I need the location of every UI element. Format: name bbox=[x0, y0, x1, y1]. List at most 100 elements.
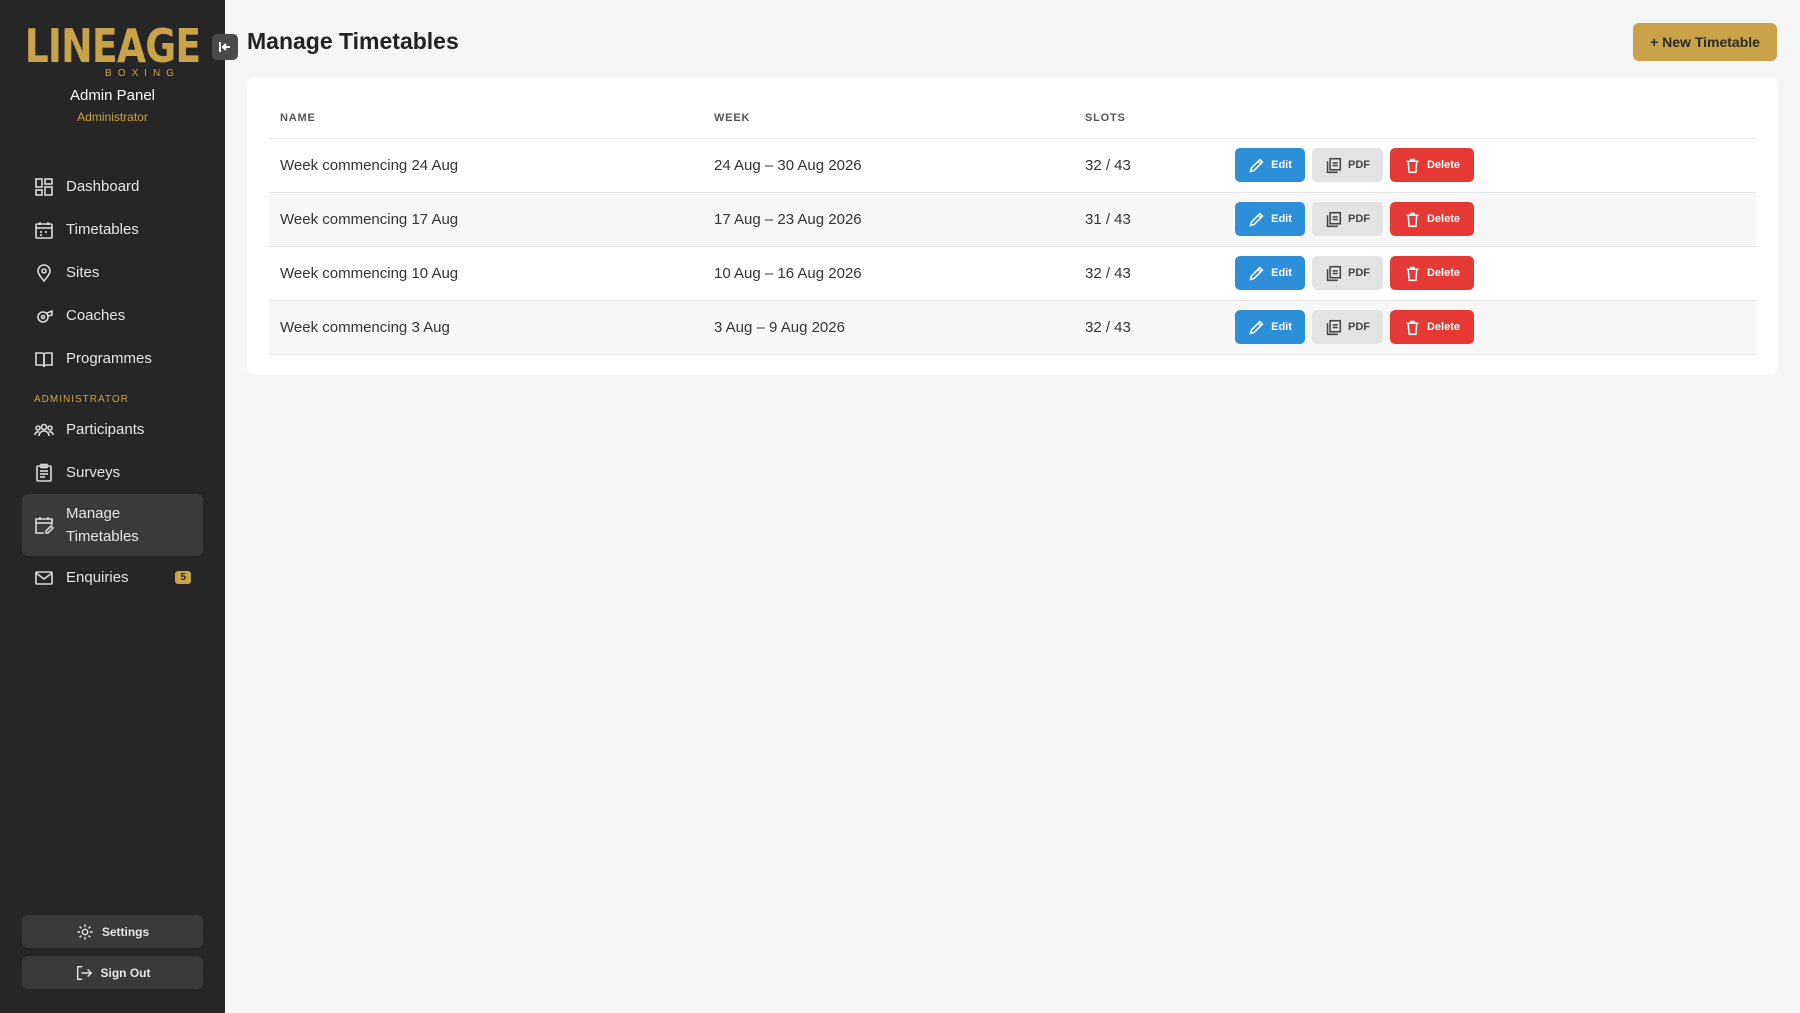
sidebar-item-programmes[interactable]: Programmes bbox=[22, 337, 203, 380]
settings-button[interactable]: Settings bbox=[22, 915, 203, 948]
edit-label: Edit bbox=[1271, 213, 1292, 225]
sidebar-item-participants[interactable]: Participants bbox=[22, 408, 203, 451]
pencil-icon bbox=[1249, 211, 1264, 227]
sidebar-item-label: Programmes bbox=[66, 350, 152, 367]
timetables-table: NAME WEEK SLOTS Week commencing 24 Aug 2… bbox=[269, 98, 1756, 355]
row-slots: 32 / 43 bbox=[1074, 246, 1224, 301]
table-row: Week commencing 10 Aug 10 Aug – 16 Aug 2… bbox=[269, 246, 1756, 301]
delete-button[interactable]: Delete bbox=[1390, 310, 1474, 344]
sidebar-item-dashboard[interactable]: Dashboard bbox=[22, 165, 203, 208]
edit-button[interactable]: Edit bbox=[1235, 148, 1305, 182]
pdf-label: PDF bbox=[1348, 159, 1370, 171]
delete-button[interactable]: Delete bbox=[1390, 202, 1474, 236]
admin-role: Administrator bbox=[77, 110, 148, 124]
dashboard-icon bbox=[34, 177, 54, 197]
column-header-name: NAME bbox=[269, 98, 703, 139]
trash-icon bbox=[1406, 266, 1419, 281]
nav-section-label: ADMINISTRATOR bbox=[34, 394, 129, 405]
edit-button[interactable]: Edit bbox=[1235, 310, 1305, 344]
calendar-icon bbox=[34, 220, 54, 240]
collapse-left-icon bbox=[219, 42, 230, 52]
sidebar-item-label: Surveys bbox=[66, 464, 121, 481]
sidebar-item-label: Dashboard bbox=[66, 178, 140, 195]
pdf-icon bbox=[1326, 265, 1342, 281]
sign-out-label: Sign Out bbox=[100, 965, 151, 980]
row-actions: Edit PDF Delete bbox=[1224, 246, 1756, 301]
pdf-label: PDF bbox=[1348, 213, 1370, 225]
pdf-icon bbox=[1326, 319, 1342, 335]
main-nav: Dashboard Timetables Sites Coaches Progr… bbox=[22, 165, 203, 599]
admin-panel-title: Admin Panel bbox=[69, 87, 156, 104]
row-week: 24 Aug – 30 Aug 2026 bbox=[703, 138, 1074, 193]
pencil-icon bbox=[1249, 265, 1264, 281]
edit-button[interactable]: Edit bbox=[1235, 256, 1305, 290]
sidebar: LINEAGE BOXING Admin Panel Administrator… bbox=[0, 0, 225, 1013]
sidebar-item-coaches[interactable]: Coaches bbox=[22, 294, 203, 337]
enquiries-count-badge: 5 bbox=[175, 571, 191, 584]
row-actions: Edit PDF Delete bbox=[1224, 138, 1756, 193]
trash-icon bbox=[1406, 158, 1419, 173]
sidebar-item-label: Manage Timetables bbox=[66, 505, 139, 545]
row-slots: 31 / 43 bbox=[1074, 192, 1224, 247]
trash-icon bbox=[1406, 212, 1419, 227]
delete-label: Delete bbox=[1426, 321, 1461, 333]
new-timetable-button[interactable]: + New Timetable bbox=[1633, 23, 1777, 61]
pdf-button[interactable]: PDF bbox=[1312, 202, 1383, 236]
sidebar-item-label: Sites bbox=[66, 264, 100, 281]
column-header-week: WEEK bbox=[703, 98, 1074, 139]
edit-label: Edit bbox=[1271, 267, 1292, 279]
page-title: Manage Timetables bbox=[247, 28, 459, 54]
edit-label: Edit bbox=[1271, 159, 1292, 171]
mail-icon bbox=[34, 568, 54, 588]
pdf-icon bbox=[1326, 211, 1342, 227]
pdf-label: PDF bbox=[1348, 267, 1370, 279]
row-name: Week commencing 10 Aug bbox=[269, 246, 703, 301]
pdf-button[interactable]: PDF bbox=[1312, 310, 1383, 344]
collapse-sidebar-button[interactable] bbox=[212, 34, 238, 60]
delete-label: Delete bbox=[1426, 159, 1461, 171]
row-actions: Edit PDF Delete bbox=[1224, 300, 1756, 355]
sign-out-button[interactable]: Sign Out bbox=[22, 956, 203, 989]
sign-out-icon bbox=[76, 965, 92, 980]
table-header-row: NAME WEEK SLOTS bbox=[269, 98, 1756, 139]
table-row: Week commencing 24 Aug 24 Aug – 30 Aug 2… bbox=[269, 138, 1756, 193]
delete-label: Delete bbox=[1426, 213, 1461, 225]
gear-icon bbox=[77, 923, 93, 940]
edit-button[interactable]: Edit bbox=[1235, 202, 1305, 236]
book-icon bbox=[34, 349, 54, 369]
table-row: Week commencing 3 Aug 3 Aug – 9 Aug 2026… bbox=[269, 300, 1756, 355]
pdf-button[interactable]: PDF bbox=[1312, 148, 1383, 182]
row-week: 17 Aug – 23 Aug 2026 bbox=[703, 192, 1074, 247]
row-week: 3 Aug – 9 Aug 2026 bbox=[703, 300, 1074, 355]
trash-icon bbox=[1406, 320, 1419, 335]
delete-label: Delete bbox=[1426, 267, 1461, 279]
row-week: 10 Aug – 16 Aug 2026 bbox=[703, 246, 1074, 301]
users-icon bbox=[34, 420, 54, 440]
sidebar-item-timetables[interactable]: Timetables bbox=[22, 208, 203, 251]
row-actions: Edit PDF Delete bbox=[1224, 192, 1756, 247]
map-pin-icon bbox=[34, 263, 54, 283]
pdf-button[interactable]: PDF bbox=[1312, 256, 1383, 290]
sidebar-item-label: Coaches bbox=[66, 307, 126, 324]
column-header-slots: SLOTS bbox=[1074, 98, 1224, 139]
whistle-icon bbox=[34, 306, 54, 326]
sidebar-item-surveys[interactable]: Surveys bbox=[22, 451, 203, 494]
sidebar-item-enquiries[interactable]: Enquiries 5 bbox=[22, 556, 203, 599]
sidebar-item-label: Participants bbox=[66, 421, 145, 438]
pencil-icon bbox=[1249, 319, 1264, 335]
clipboard-icon bbox=[34, 463, 54, 483]
sidebar-item-sites[interactable]: Sites bbox=[22, 251, 203, 294]
sidebar-item-manage-timetables[interactable]: Manage Timetables bbox=[22, 494, 203, 556]
table-row: Week commencing 17 Aug 17 Aug – 23 Aug 2… bbox=[269, 192, 1756, 247]
column-header-actions bbox=[1224, 98, 1756, 139]
timetables-card: NAME WEEK SLOTS Week commencing 24 Aug 2… bbox=[247, 77, 1778, 375]
pdf-icon bbox=[1326, 157, 1342, 173]
edit-label: Edit bbox=[1271, 321, 1292, 333]
delete-button[interactable]: Delete bbox=[1390, 148, 1474, 182]
pencil-icon bbox=[1249, 157, 1264, 173]
pdf-label: PDF bbox=[1348, 321, 1370, 333]
logo: LINEAGE bbox=[24, 19, 201, 73]
delete-button[interactable]: Delete bbox=[1390, 256, 1474, 290]
calendar-edit-icon bbox=[34, 515, 54, 535]
row-name: Week commencing 17 Aug bbox=[269, 192, 703, 247]
